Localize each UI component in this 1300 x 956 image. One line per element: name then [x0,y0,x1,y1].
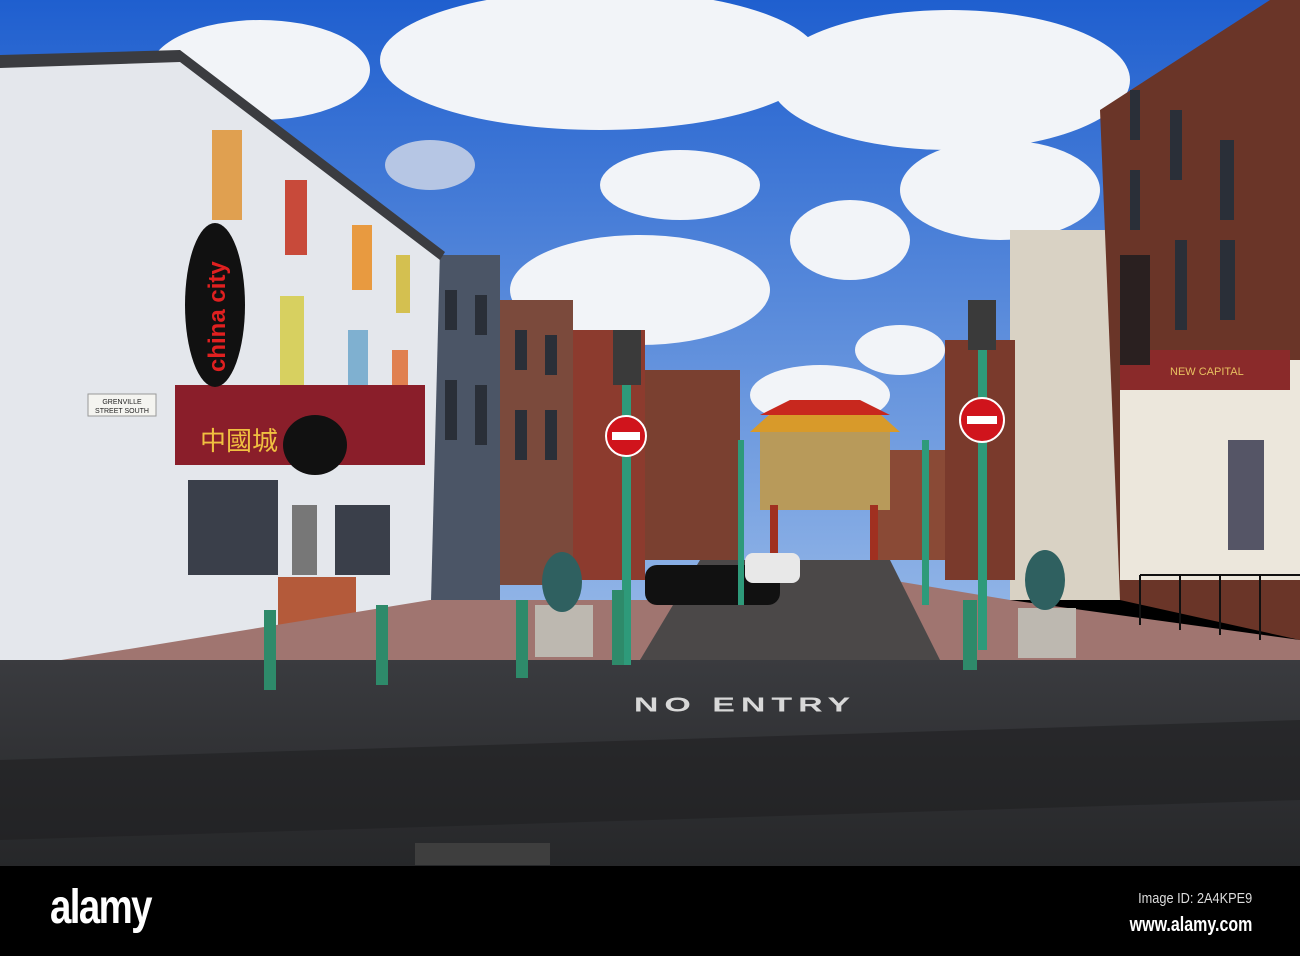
street-sign-line1: GRENVILLE [102,399,142,406]
manhole-cover [415,843,550,865]
building-far [640,370,740,560]
no-entry-sign [605,415,647,457]
chinese-sign: 中國城 [200,427,278,457]
watermark-url: www.alamy.com [1129,914,1252,936]
photo-scene: 中國城 china city GRENVILLE STREET SOUTH NE… [0,0,1300,956]
parked-car [745,553,800,583]
watermark-bar: alamy Image ID: 2A4KPE9 www.alamy.com [0,866,1300,956]
china-city-sign: china city [204,261,231,372]
alamy-logo: alamy [50,881,152,934]
no-entry-sign [959,397,1005,443]
china-city-fascia-oval [283,415,347,475]
right-shop-sign: NEW CAPITAL [1170,366,1244,378]
vertical-sign [1120,255,1150,365]
street-sign-line2: STREET SOUTH [95,408,149,415]
cream-building [1010,230,1120,600]
street-photo: 中國城 china city GRENVILLE STREET SOUTH NE… [0,0,1300,866]
right-shopfront [1120,360,1300,580]
image-id: Image ID: 2A4KPE9 [1137,890,1252,907]
grey-building [428,255,500,600]
brick-building [498,300,573,585]
road-marking-no-entry: NO ENTRY [634,693,856,716]
